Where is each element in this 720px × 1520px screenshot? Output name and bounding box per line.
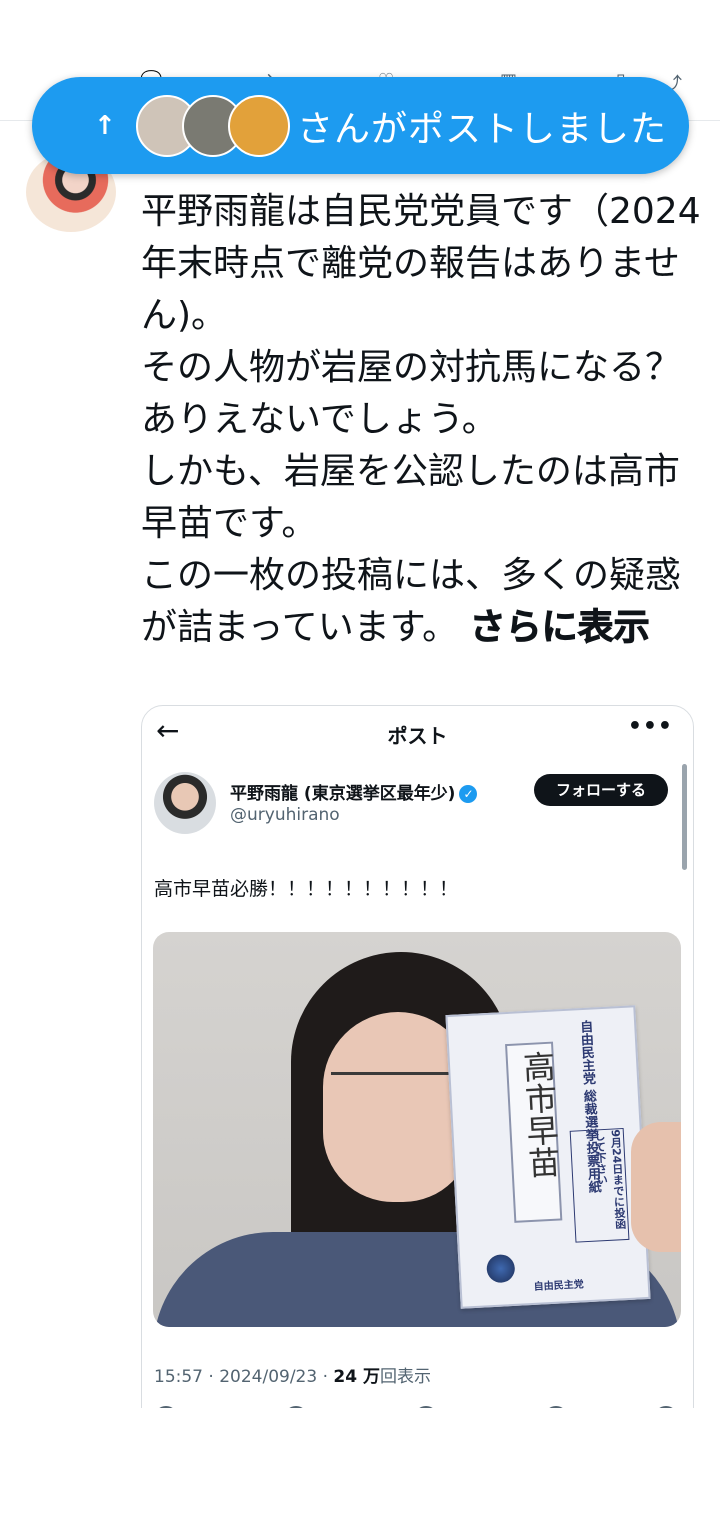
poster-avatars: [136, 94, 291, 157]
post-paragraph: この一枚の投稿には、多くの疑惑が詰まっています。 さらに表示: [141, 550, 701, 654]
more-options-icon[interactable]: •••: [628, 714, 673, 739]
quoted-author-handle[interactable]: @uryuhirano: [230, 805, 340, 825]
bottom-blank-area: [0, 1408, 720, 1520]
notification-label: さんがポストしました: [297, 108, 668, 150]
quoted-post-text: 高市早苗必勝！！！！！！！！！！: [154, 878, 459, 900]
photo-glasses: [331, 1072, 467, 1115]
quoted-post-meta: 15:57 · 2024/09/23 · 24 万回表示: [154, 1362, 431, 1387]
quoted-author-name[interactable]: 平野雨龍 (東京選挙区最年少) ✓: [230, 779, 478, 804]
post-paragraph: しかも、岩屋を公認したのは高市早苗です。: [141, 451, 680, 544]
follow-button[interactable]: フォローする: [534, 774, 668, 806]
ballot-name-box: 高市早苗: [505, 1041, 563, 1223]
post-body: 平野雨龍は自民党党員です（2024年末時点で離党の報告はありません)。 その人物…: [141, 186, 701, 654]
quoted-post-photo[interactable]: 高市早苗 自由民主党 総裁選挙投票用紙 9月24日までに投函して下さい 自由民主…: [153, 932, 681, 1327]
scrollbar: [682, 764, 687, 870]
quoted-post-time: 15:57 · 2024/09/23 ·: [154, 1367, 334, 1387]
verified-badge-icon: ✓: [459, 785, 478, 803]
show-more-link[interactable]: さらに表示: [469, 607, 650, 649]
new-posts-notification[interactable]: ↑ さんがポストしました: [32, 77, 689, 174]
avatar: [228, 94, 290, 157]
ballot-footer: 自由民主党: [533, 1279, 585, 1293]
quoted-avatar[interactable]: [154, 772, 216, 834]
post-paragraph: その人物が岩屋の対抗馬になる？ありえないでしょう。: [141, 347, 682, 440]
ballot-seal: [486, 1253, 516, 1284]
quoted-screenshot-card[interactable]: ← ポスト ••• 平野雨龍 (東京選挙区最年少) ✓ @uryuhirano フ…: [141, 705, 694, 1467]
arrow-up-icon: ↑: [94, 110, 116, 141]
card-title: ポスト: [387, 724, 448, 748]
post-paragraph: 平野雨龍は自民党党員です（2024年末時点で離党の報告はありません)。: [141, 191, 701, 336]
quoted-view-count: 24 万: [333, 1367, 380, 1387]
card-header: ← ポスト •••: [142, 706, 693, 756]
ballot-paper: 高市早苗 自由民主党 総裁選挙投票用紙 9月24日までに投函して下さい 自由民主…: [445, 1005, 651, 1309]
quoted-view-label: 回表示: [379, 1367, 431, 1387]
quoted-author-name-text: 平野雨龍 (東京選挙区最年少): [230, 784, 456, 804]
ballot-handwritten-name: 高市早苗: [517, 1049, 563, 1180]
ballot-deadline: 9月24日までに投函して下さい: [569, 1128, 630, 1243]
photo-hand: [631, 1122, 681, 1252]
